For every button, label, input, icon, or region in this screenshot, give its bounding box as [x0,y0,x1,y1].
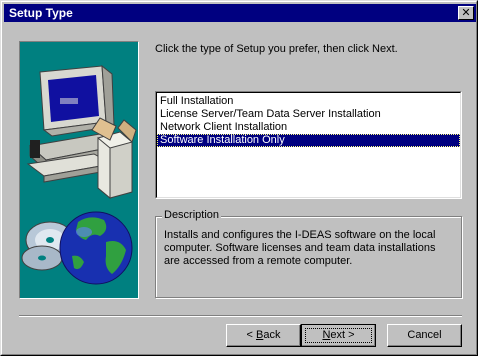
list-item[interactable]: Network Client Installation [157,121,460,134]
list-item[interactable]: Software Installation Only [157,134,460,147]
description-text: Installs and configures the I-DEAS softw… [164,229,436,267]
next-button[interactable]: Next > [301,324,376,347]
close-icon: ✕ [461,7,471,19]
back-label-prefix: < [246,329,256,341]
setup-type-listbox[interactable]: Full Installation License Server/Team Dat… [155,91,462,199]
list-item[interactable]: Full Installation [157,95,460,108]
box-icon [91,117,137,200]
setup-dialog: Setup Type ✕ Click the type of Setup you… [0,0,478,356]
setup-illustration [19,41,139,299]
globe-icon [59,211,133,285]
list-item[interactable]: License Server/Team Data Server Installa… [157,108,460,121]
description-groupbox: Description Installs and configures the … [155,209,462,298]
close-button[interactable]: ✕ [458,6,474,20]
window-title: Setup Type [9,6,73,20]
button-separator [19,315,462,317]
description-legend: Description [162,209,222,221]
back-label-rest: ack [263,329,281,341]
cancel-button[interactable]: Cancel [387,324,462,347]
back-button[interactable]: < Back [226,324,301,347]
instructions-text: Click the type of Setup you prefer, then… [155,43,398,55]
title-bar[interactable]: Setup Type ✕ [4,4,476,22]
next-label-rest: ext > [330,329,355,341]
